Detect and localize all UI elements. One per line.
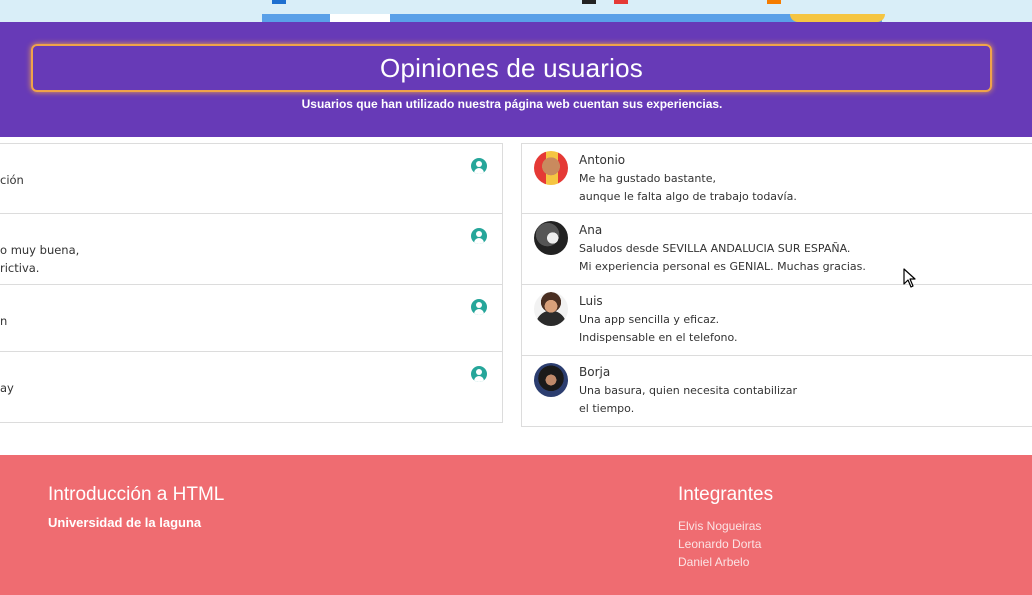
user-circle-icon <box>471 299 487 315</box>
top-strip <box>0 0 1032 22</box>
opinion-card: n <box>0 285 503 352</box>
title-box: Opiniones de usuarios <box>31 44 992 92</box>
opinion-card-borja: Borja Una basura, quien necesita contabi… <box>521 356 1032 427</box>
page-subtitle: Usuarios que han utilizado nuestra págin… <box>301 97 723 111</box>
mouse-pointer-icon <box>903 268 916 288</box>
user-circle-icon <box>471 158 487 174</box>
avatar <box>534 363 568 397</box>
right-opinions-list: Antonio Me ha gustado bastante, aunque l… <box>521 143 1032 427</box>
page-title: Opiniones de usuarios <box>380 52 643 83</box>
opinion-card: ción <box>0 143 503 214</box>
opinion-card-ana: Ana Saludos desde SEVILLA ANDALUCIA SUR … <box>521 214 1032 285</box>
reviewer-name: Ana <box>579 223 603 237</box>
opinions-header: Opiniones de usuarios Usuarios que han u… <box>0 22 1032 137</box>
bookmark-icon <box>767 0 781 4</box>
footer: Introducción a HTML Universidad de la la… <box>0 455 1032 595</box>
user-circle-icon <box>471 228 487 244</box>
opinion-card-antonio: Antonio Me ha gustado bastante, aunque l… <box>521 143 1032 214</box>
footer-member: Daniel Arbelo <box>678 555 750 569</box>
reviewer-name: Antonio <box>579 153 626 167</box>
opinion-card-luis: Luis Una app sencilla y eficaz. Indispen… <box>521 285 1032 356</box>
opinion-text-line: ción <box>0 173 24 187</box>
opinion-text-line: ay <box>0 381 14 395</box>
footer-university: Universidad de la laguna <box>48 515 202 530</box>
opinion-text-line: Una basura, quien necesita contabilizar <box>579 384 798 397</box>
opinion-text-line: n <box>0 314 8 328</box>
footer-members-title: Integrantes <box>678 484 774 505</box>
footer-member: Leonardo Dorta <box>678 537 762 551</box>
bookmark-icon <box>582 0 596 4</box>
opinion-text-line: o muy buena, <box>0 243 80 257</box>
avatar <box>534 221 568 255</box>
footer-member: Elvis Nogueiras <box>678 519 762 533</box>
opinion-text-line: rictiva. <box>0 261 40 275</box>
opinion-card: o muy buena, rictiva. <box>0 214 503 285</box>
opinion-text-line: Saludos desde SEVILLA ANDALUCIA SUR ESPA… <box>579 242 851 255</box>
opinion-text-line: aunque le falta algo de trabajo todavía. <box>579 190 797 203</box>
reviewer-name: Luis <box>579 294 603 308</box>
opinion-text-line: Indispensable en el telefono. <box>579 331 738 344</box>
opinion-text-line: Una app sencilla y eficaz. <box>579 313 720 326</box>
opinion-text-line: Me ha gustado bastante, <box>579 172 716 185</box>
opinion-card: ay <box>0 352 503 423</box>
footer-course-title: Introducción a HTML <box>48 484 225 505</box>
reviewer-name: Borja <box>579 365 611 379</box>
bookmark-icon <box>272 0 286 4</box>
opinion-text-line: Mi experiencia personal es GENIAL. Mucha… <box>579 260 866 273</box>
top-banner-band <box>330 14 390 22</box>
user-circle-icon <box>471 366 487 382</box>
opinion-text-line: el tiempo. <box>579 402 635 415</box>
bookmark-icon <box>614 0 628 4</box>
avatar <box>534 292 568 326</box>
left-opinions-list: ción o muy buena, rictiva. n ay <box>0 143 503 423</box>
avatar <box>534 151 568 185</box>
top-banner-band <box>790 14 885 22</box>
